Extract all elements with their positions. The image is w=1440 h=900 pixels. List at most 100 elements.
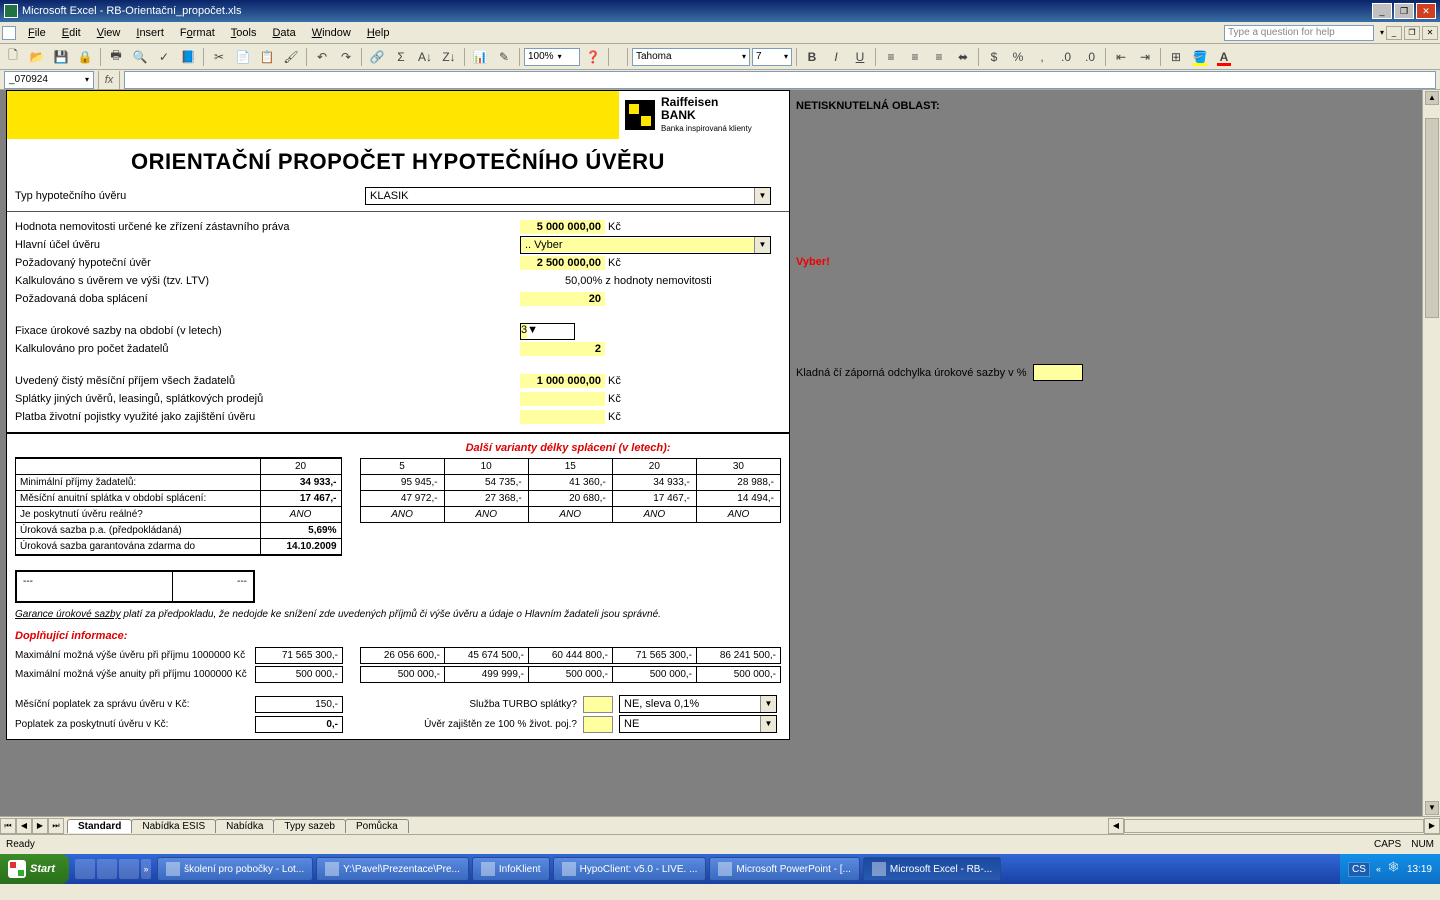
italic-button[interactable]: I (825, 46, 847, 68)
align-left-button[interactable]: ≡ (880, 46, 902, 68)
scroll-thumb[interactable] (1425, 118, 1439, 318)
hyperlink-button[interactable]: 🔗 (366, 46, 388, 68)
dec-decimal-button[interactable]: .0 (1079, 46, 1101, 68)
name-box[interactable]: _070924▾ (4, 71, 94, 89)
font-combo[interactable]: Tahoma▾ (632, 48, 750, 66)
sheet-tab[interactable]: Typy sazeb (273, 819, 346, 833)
cut-button[interactable]: ✂ (208, 46, 230, 68)
bold-button[interactable]: B (801, 46, 823, 68)
tray-chevron-icon[interactable]: « (1376, 864, 1381, 874)
borders-button[interactable]: ⊞ (1165, 46, 1187, 68)
ql-ie-icon[interactable] (97, 859, 117, 879)
undo-button[interactable]: ↶ (311, 46, 333, 68)
paste-button[interactable]: 📋 (256, 46, 278, 68)
taskbar-app[interactable]: Microsoft Excel - RB-... (863, 857, 1001, 881)
sum-button[interactable]: Σ (390, 46, 412, 68)
inc-decimal-button[interactable]: .0 (1055, 46, 1077, 68)
zivot-yel[interactable] (583, 716, 613, 733)
splatky-value[interactable] (520, 392, 605, 406)
menu-format[interactable]: Format (172, 25, 223, 41)
merge-button[interactable]: ⬌ (952, 46, 974, 68)
drawing-button[interactable]: ✎ (493, 46, 515, 68)
help-search[interactable]: Type a question for help (1224, 25, 1374, 41)
worksheet[interactable]: RaiffeisenBANKBanka inspirovaná klienty … (0, 90, 1440, 816)
tray-icon[interactable]: 🕸 (1387, 862, 1401, 876)
help-button[interactable]: ❓ (582, 46, 604, 68)
currency-button[interactable]: $ (983, 46, 1005, 68)
inc-indent-button[interactable]: ⇥ (1134, 46, 1156, 68)
control-icon[interactable] (2, 26, 16, 40)
tab-nav-first[interactable]: ⏮ (0, 818, 16, 834)
taskbar-app[interactable]: školení pro pobočky - Lot... (157, 857, 313, 881)
hscroll-left[interactable]: ◀ (1108, 818, 1124, 834)
sort-asc-button[interactable]: A↓ (414, 46, 436, 68)
percent-button[interactable]: % (1007, 46, 1029, 68)
close-button[interactable]: ✕ (1416, 3, 1436, 19)
fmt-painter-button[interactable]: 🖌 (280, 46, 302, 68)
doc-minimize-button[interactable]: _ (1386, 26, 1402, 40)
print-button[interactable]: 🖶 (105, 46, 127, 68)
menu-help[interactable]: Help (359, 25, 398, 41)
tab-nav-prev[interactable]: ◀ (16, 818, 32, 834)
menu-data[interactable]: Data (264, 25, 303, 41)
menu-window[interactable]: Window (304, 25, 359, 41)
ql-outlook-icon[interactable] (119, 859, 139, 879)
save-button[interactable]: 💾 (50, 46, 72, 68)
comma-button[interactable]: , (1031, 46, 1053, 68)
pojistka-value[interactable] (520, 410, 605, 424)
doc-close-button[interactable]: ✕ (1422, 26, 1438, 40)
menu-tools[interactable]: Tools (223, 25, 265, 41)
fixace-select[interactable]: 3▼ (520, 323, 575, 340)
taskbar-app[interactable]: HypoClient: v5.0 - LIVE. ... (553, 857, 707, 881)
fill-color-button[interactable]: 🪣 (1189, 46, 1211, 68)
tab-nav-last[interactable]: ⏭ (48, 818, 64, 834)
zadatele-value[interactable]: 2 (520, 342, 605, 356)
size-combo[interactable]: 7▾ (752, 48, 792, 66)
odchylka-input[interactable] (1033, 364, 1083, 381)
open-button[interactable]: 📂 (26, 46, 48, 68)
lang-indicator[interactable]: CS (1348, 862, 1370, 877)
spell-button[interactable]: ✓ (153, 46, 175, 68)
preview-button[interactable]: 🔍 (129, 46, 151, 68)
restore-button[interactable]: ❐ (1394, 3, 1414, 19)
dec-indent-button[interactable]: ⇤ (1110, 46, 1132, 68)
research-button[interactable]: 📘 (177, 46, 199, 68)
hodnota-value[interactable]: 5 000 000,00 (520, 220, 605, 234)
prijem-value[interactable]: 1 000 000,00 (520, 374, 605, 388)
zivot-select[interactable]: NE▼ (619, 715, 777, 733)
taskbar-app[interactable]: Y:\Pavel\Prezentace\Pre... (316, 857, 469, 881)
pozuver-value[interactable]: 2 500 000,00 (520, 256, 605, 270)
underline-button[interactable]: U (849, 46, 871, 68)
turbo-select[interactable]: NE, sleva 0,1%▼ (619, 695, 777, 713)
formula-input[interactable] (124, 71, 1436, 89)
ucel-select[interactable]: .. Vyber▼ (520, 236, 771, 254)
start-button[interactable]: Start (0, 854, 69, 884)
hscroll-right[interactable]: ▶ (1424, 818, 1440, 834)
ql-chevron-icon[interactable]: » (141, 859, 151, 879)
doba-value[interactable]: 20 (520, 292, 605, 306)
menu-edit[interactable]: Edit (54, 25, 89, 41)
sheet-tab[interactable]: Standard (67, 819, 132, 833)
fx-button[interactable]: fx (98, 71, 120, 89)
sort-desc-button[interactable]: Z↓ (438, 46, 460, 68)
sheet-tab[interactable]: Nabídka (215, 819, 274, 833)
taskbar-app[interactable]: Microsoft PowerPoint - [... (709, 857, 859, 881)
vertical-scrollbar[interactable]: ▲ ▼ (1422, 90, 1440, 816)
font-color-button[interactable]: A (1213, 46, 1235, 68)
permission-button[interactable]: 🔒 (74, 46, 96, 68)
doc-restore-button[interactable]: ❐ (1404, 26, 1420, 40)
new-button[interactable]: 🗋 (2, 46, 24, 68)
menu-view[interactable]: View (89, 25, 129, 41)
zoom-combo[interactable]: 100%▾ (524, 48, 580, 66)
menu-insert[interactable]: Insert (128, 25, 172, 41)
chart-button[interactable]: 📊 (469, 46, 491, 68)
sheet-tab[interactable]: Pomůcka (345, 819, 409, 833)
scroll-down-icon[interactable]: ▼ (1425, 801, 1439, 815)
typ-select[interactable]: KLASIK▼ (365, 187, 771, 205)
align-center-button[interactable]: ≡ (904, 46, 926, 68)
copy-button[interactable]: 📄 (232, 46, 254, 68)
minimize-button[interactable]: _ (1372, 3, 1392, 19)
tab-nav-next[interactable]: ▶ (32, 818, 48, 834)
sheet-tab[interactable]: Nabídka ESIS (131, 819, 216, 833)
menu-file[interactable]: File (20, 25, 54, 41)
